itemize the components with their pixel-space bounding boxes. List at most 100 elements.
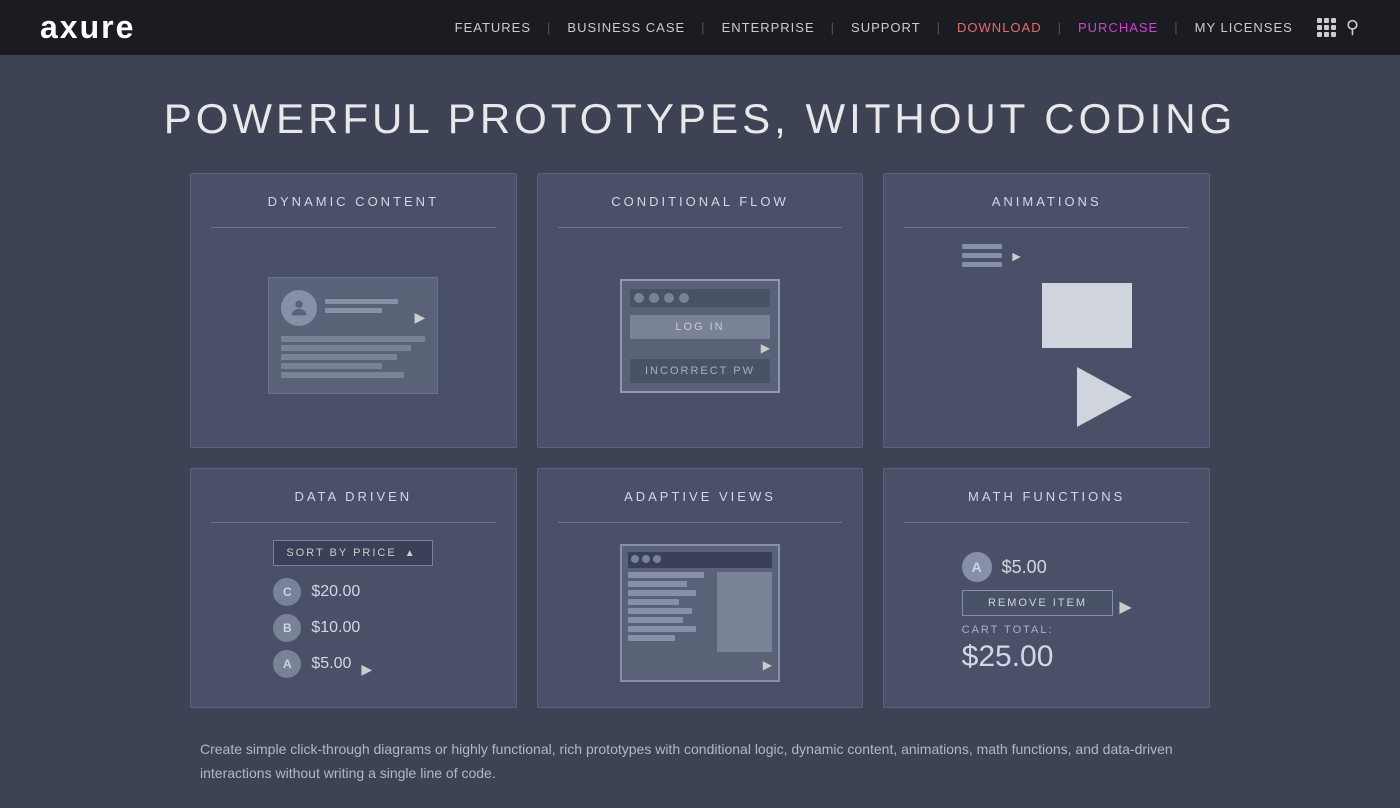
avatar	[281, 290, 317, 326]
anim-rectangle	[1042, 283, 1132, 348]
nav-business-case[interactable]: BUSINESS CASE	[557, 20, 695, 35]
nav-icons: ⚲	[1317, 17, 1360, 38]
cursor-icon: ▶	[630, 341, 770, 355]
nav-divider-5: |	[1058, 20, 1062, 35]
cursor-icon: ▶	[1119, 597, 1131, 617]
dot	[649, 293, 659, 303]
card-title-dynamic: DYNAMIC CONTENT	[268, 194, 439, 209]
adapt-layout	[628, 572, 772, 652]
logo: axure	[40, 9, 135, 46]
block	[281, 372, 403, 378]
adapt-box: ▶	[620, 544, 780, 682]
adapt-dot	[653, 555, 661, 563]
dot	[664, 293, 674, 303]
badge-c: C	[273, 578, 301, 606]
card-title-animations: ANIMATIONS	[992, 194, 1102, 209]
divider	[211, 522, 496, 523]
adapt-dot	[642, 555, 650, 563]
dot	[679, 293, 689, 303]
search-icon[interactable]: ⚲	[1346, 17, 1360, 38]
dynamic-row1: ▶	[281, 290, 425, 326]
adapt-left-panel	[628, 572, 713, 652]
math-inner: A $5.00 REMOVE ITEM ▶ CART TOTAL: $25.00	[962, 552, 1132, 674]
nav-divider-2: |	[701, 20, 705, 35]
divider	[904, 227, 1189, 228]
cursor-icon: ▶	[361, 661, 372, 678]
adapt-line	[628, 617, 683, 623]
line	[325, 299, 398, 304]
adapt-line	[628, 635, 675, 641]
sort-arrow-icon: ▲	[405, 548, 417, 559]
list-item: B $10.00	[273, 614, 433, 642]
dot	[634, 293, 644, 303]
data-items-list: C $20.00 B $10.00 A $5.00 ▶	[273, 578, 433, 686]
nav-features[interactable]: FEATURES	[445, 20, 541, 35]
card-title-math: MATH FUNCTIONS	[968, 489, 1125, 504]
dynamic-content-visual: ▶	[211, 244, 496, 427]
adapt-line	[628, 608, 692, 614]
card-title-conditional: CONDITIONAL FLOW	[611, 194, 789, 209]
nav-support[interactable]: SUPPORT	[841, 20, 931, 35]
math-item: A $5.00	[962, 552, 1132, 582]
grid-icon[interactable]	[1317, 18, 1336, 37]
block	[281, 336, 425, 342]
main-nav: FEATURES | BUSINESS CASE | ENTERPRISE | …	[445, 17, 1360, 38]
nav-divider-1: |	[547, 20, 551, 35]
badge-a: A	[273, 650, 301, 678]
nav-enterprise[interactable]: ENTERPRISE	[712, 20, 825, 35]
data-driven-visual: SORT BY PRICE ▲ C $20.00 B $10.00 A $5.0…	[211, 539, 496, 687]
anim-inner: ►	[962, 244, 1132, 427]
adapt-dot	[631, 555, 639, 563]
cflow-dots	[630, 289, 770, 307]
menu-lines	[962, 244, 1002, 267]
math-functions-visual: A $5.00 REMOVE ITEM ▶ CART TOTAL: $25.00	[904, 539, 1189, 687]
divider	[558, 227, 843, 228]
feature-grid: DYNAMIC CONTENT ▶	[170, 173, 1230, 708]
card-conditional-flow: CONDITIONAL FLOW LOG IN ▶ INCORRECT PW	[537, 173, 864, 448]
cflow-box: LOG IN ▶ INCORRECT PW	[620, 279, 780, 393]
hero-title: POWERFUL PROTOTYPES, WITHOUT CODING	[0, 95, 1400, 143]
animations-visual: ►	[904, 244, 1189, 427]
divider	[904, 522, 1189, 523]
adapt-line	[628, 590, 696, 596]
adapt-line	[628, 581, 688, 587]
price-c: $20.00	[311, 583, 360, 601]
card-data-driven: DATA DRIVEN SORT BY PRICE ▲ C $20.00 B $…	[190, 468, 517, 708]
card-dynamic-content: DYNAMIC CONTENT ▶	[190, 173, 517, 448]
adapt-topbar	[628, 552, 772, 568]
menu-line	[962, 262, 1002, 267]
card-adaptive-views: ADAPTIVE VIEWS	[537, 468, 864, 708]
nav-divider-3: |	[831, 20, 835, 35]
adaptive-views-visual: ▶	[558, 539, 843, 687]
nav-divider-4: |	[937, 20, 941, 35]
remove-item-button[interactable]: REMOVE ITEM	[962, 590, 1114, 616]
nav-download[interactable]: DOWNLOAD	[947, 20, 1052, 35]
cursor-icon: ▶	[415, 309, 426, 326]
nav-purchase[interactable]: PURCHASE	[1068, 20, 1168, 35]
divider	[211, 227, 496, 228]
dynamic-inner: ▶	[268, 277, 438, 394]
hero-section: POWERFUL PROTOTYPES, WITHOUT CODING	[0, 55, 1400, 173]
menu-line	[962, 244, 1002, 249]
cursor-icon: ►	[1010, 248, 1024, 264]
math-item-price: $5.00	[1002, 557, 1047, 578]
adapt-line	[628, 626, 696, 632]
price-b: $10.00	[311, 619, 360, 637]
nav-licenses[interactable]: MY LICENSES	[1185, 20, 1303, 35]
cursor-icon: ▶	[763, 658, 772, 672]
cart-total-label: CART TOTAL:	[962, 624, 1132, 636]
card-title-data: DATA DRIVEN	[294, 489, 412, 504]
block	[281, 363, 382, 369]
price-a: $5.00	[311, 655, 351, 673]
adapt-right-panel	[717, 572, 772, 652]
anim-shape	[1077, 367, 1132, 427]
sort-button[interactable]: SORT BY PRICE ▲	[273, 540, 433, 566]
adapt-line	[628, 572, 705, 578]
header: axure FEATURES | BUSINESS CASE | ENTERPR…	[0, 0, 1400, 55]
list-item: C $20.00	[273, 578, 433, 606]
cart-total-value: $25.00	[962, 640, 1132, 674]
error-message-visual: INCORRECT PW	[630, 359, 770, 383]
login-button-visual: LOG IN	[630, 315, 770, 339]
line	[325, 308, 382, 313]
block	[281, 354, 396, 360]
